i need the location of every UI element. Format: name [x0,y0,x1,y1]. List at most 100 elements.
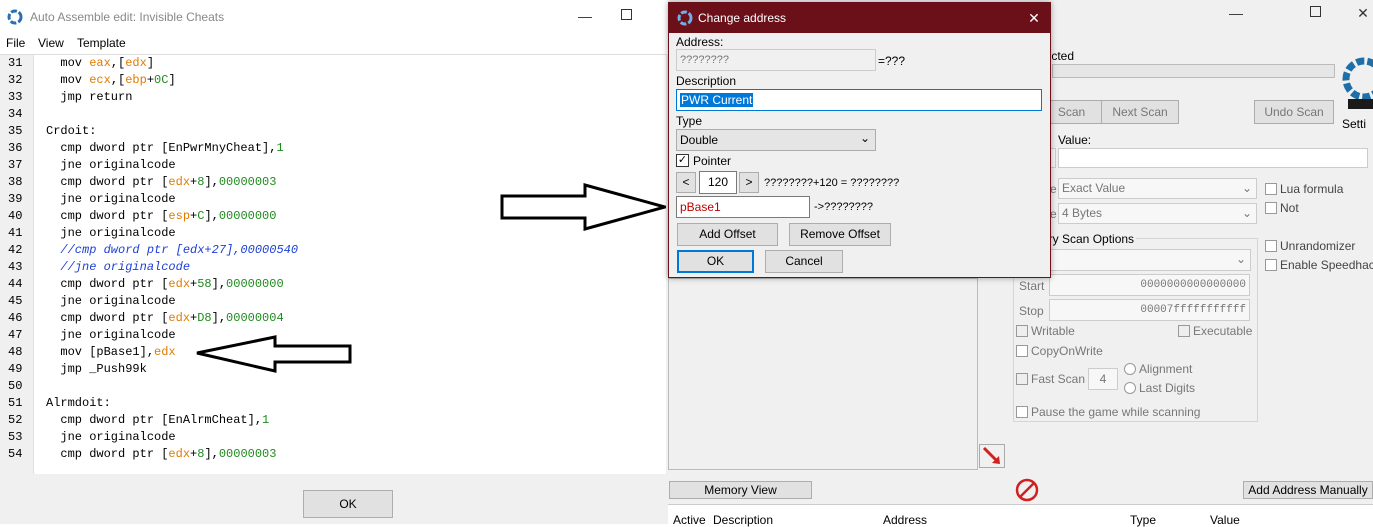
aa-ok-button[interactable]: OK [303,490,393,518]
code-token: jne originalcode [46,294,176,308]
menu-file[interactable]: File [6,36,25,50]
line-code: cmp dword ptr [edx+8],00000003 [46,446,276,463]
pause-game-checkbox[interactable] [1016,406,1028,418]
line-number: 40 [8,209,23,223]
code-token: jne originalcode [46,192,176,206]
pause-game-label: Pause the game while scanning [1031,405,1201,419]
offset-next-button[interactable]: > [739,172,759,193]
dialog-cancel-button[interactable]: Cancel [765,250,843,273]
executable-checkbox[interactable] [1178,325,1190,337]
memory-region-select[interactable]: ⌄ [1018,249,1251,271]
not-checkbox[interactable] [1265,202,1277,214]
settings-label[interactable]: Setti [1342,117,1366,131]
dialog-close-icon[interactable]: ✕ [1027,11,1041,25]
code-token: cmp dword ptr [ [46,277,169,291]
col-address[interactable]: Address [883,513,927,527]
line-number: 33 [8,90,23,104]
description-input[interactable]: PWR Current [676,89,1042,111]
code-token: 00000003 [218,175,277,189]
start-input[interactable]: 0000000000000000 [1049,274,1250,296]
add-offset-button[interactable]: Add Offset [677,223,778,246]
col-type[interactable]: Type [1130,513,1156,527]
code-token: edx [125,56,147,70]
value-label: Value: [1058,133,1092,147]
code-editor[interactable]: 31 mov eax,[edx] 32 mov ecx,[ebp+0C] 33 jm… [0,54,666,474]
line-code: jne originalcode [46,327,175,344]
code-token: jne originalcode [46,226,176,240]
main-minimize-icon[interactable]: — [1229,6,1243,20]
line-number: 47 [8,328,23,342]
minimize-icon[interactable]: — [578,9,592,23]
speedhack-checkbox[interactable] [1265,259,1277,271]
line-code: cmp dword ptr [edx+D8],00000004 [46,310,283,327]
code-token: ], [204,175,219,189]
not-label: Not [1280,201,1299,215]
next-scan-button[interactable]: Next Scan [1101,100,1179,124]
col-value[interactable]: Value [1210,513,1240,527]
code-token: //jne originalcode [46,260,191,274]
stop-label: Stop [1019,304,1044,318]
base-address-input[interactable]: pBase1 [676,196,810,218]
offset-input[interactable]: 120 [699,171,737,194]
value-input[interactable] [1058,148,1368,168]
undo-scan-button[interactable]: Undo Scan [1254,100,1334,124]
remove-offset-button[interactable]: Remove Offset [789,223,891,246]
main-maximize-icon[interactable] [1310,6,1321,17]
stop-input[interactable]: 00007fffffffffff [1049,299,1250,321]
horizontal-scrollbar[interactable] [0,474,666,484]
line-code: cmp dword ptr [edx+8],00000003 [46,174,276,191]
line-number: 52 [8,413,23,427]
fast-scan-checkbox[interactable] [1016,373,1028,385]
line-code: jne originalcode [46,191,176,208]
copyonwrite-checkbox[interactable] [1016,345,1028,357]
code-token: ], [211,277,227,291]
code-line: 45 jne originalcode [0,293,660,310]
code-token: mov [pBase1], [46,345,155,359]
code-line: 37 jne originalcode [0,157,660,174]
no-entry-icon[interactable] [1014,477,1040,503]
col-description[interactable]: Description [713,513,773,527]
address-result: =??? [878,54,906,68]
memory-view-button[interactable]: Memory View [669,481,812,499]
writable-checkbox[interactable] [1016,325,1028,337]
code-token: ], [211,311,227,325]
arrow-left-icon [196,335,352,373]
chevron-down-icon: ⌄ [1235,252,1246,266]
type-select[interactable]: Double ⌄ [676,129,876,151]
line-code: cmp dword ptr [EnPwrMnyCheat],1 [46,140,283,157]
scan-type-select[interactable]: Exact Value ⌄ [1058,178,1257,199]
col-active[interactable]: Active [673,513,706,527]
menu-template[interactable]: Template [77,36,126,50]
offset-prev-button[interactable]: < [676,172,696,193]
address-input[interactable]: ???????? [676,49,876,71]
fast-scan-input[interactable]: 4 [1088,368,1118,390]
value-type-select[interactable]: 4 Bytes ⌄ [1058,203,1257,224]
scan-type-prefix: e [1050,182,1057,196]
menu-view[interactable]: View [38,36,64,50]
line-number: 31 [8,56,23,70]
speedhack-label: Enable Speedhack [1280,258,1373,272]
line-number: 44 [8,277,23,291]
maximize-icon[interactable] [621,9,632,20]
found-list-panel[interactable] [668,278,978,470]
line-number: 37 [8,158,23,172]
cheat-engine-logo-icon[interactable] [1340,47,1373,117]
memory-scan-options-label: ory Scan Options [1040,232,1137,246]
cheat-engine-icon [677,10,693,26]
line-number: 53 [8,430,23,444]
line-number: 48 [8,345,23,359]
unrandomizer-checkbox[interactable] [1265,240,1277,252]
type-label: Type [676,114,703,128]
last-digits-radio[interactable] [1124,382,1136,394]
main-close-icon[interactable]: ✕ [1356,6,1370,20]
dialog-ok-button[interactable]: OK [677,250,754,273]
lua-formula-checkbox[interactable] [1265,183,1277,195]
line-number: 38 [8,175,23,189]
line-number: 39 [8,192,23,206]
code-token: //cmp dword ptr [edx+27],00000540 [46,243,299,257]
pointer-checkbox[interactable]: ✓ [676,154,689,167]
alignment-radio[interactable] [1124,363,1136,375]
add-address-manually-button[interactable]: Add Address Manually [1243,481,1373,499]
chevron-down-icon: ⌄ [1241,181,1252,195]
add-to-list-button[interactable] [979,444,1005,468]
